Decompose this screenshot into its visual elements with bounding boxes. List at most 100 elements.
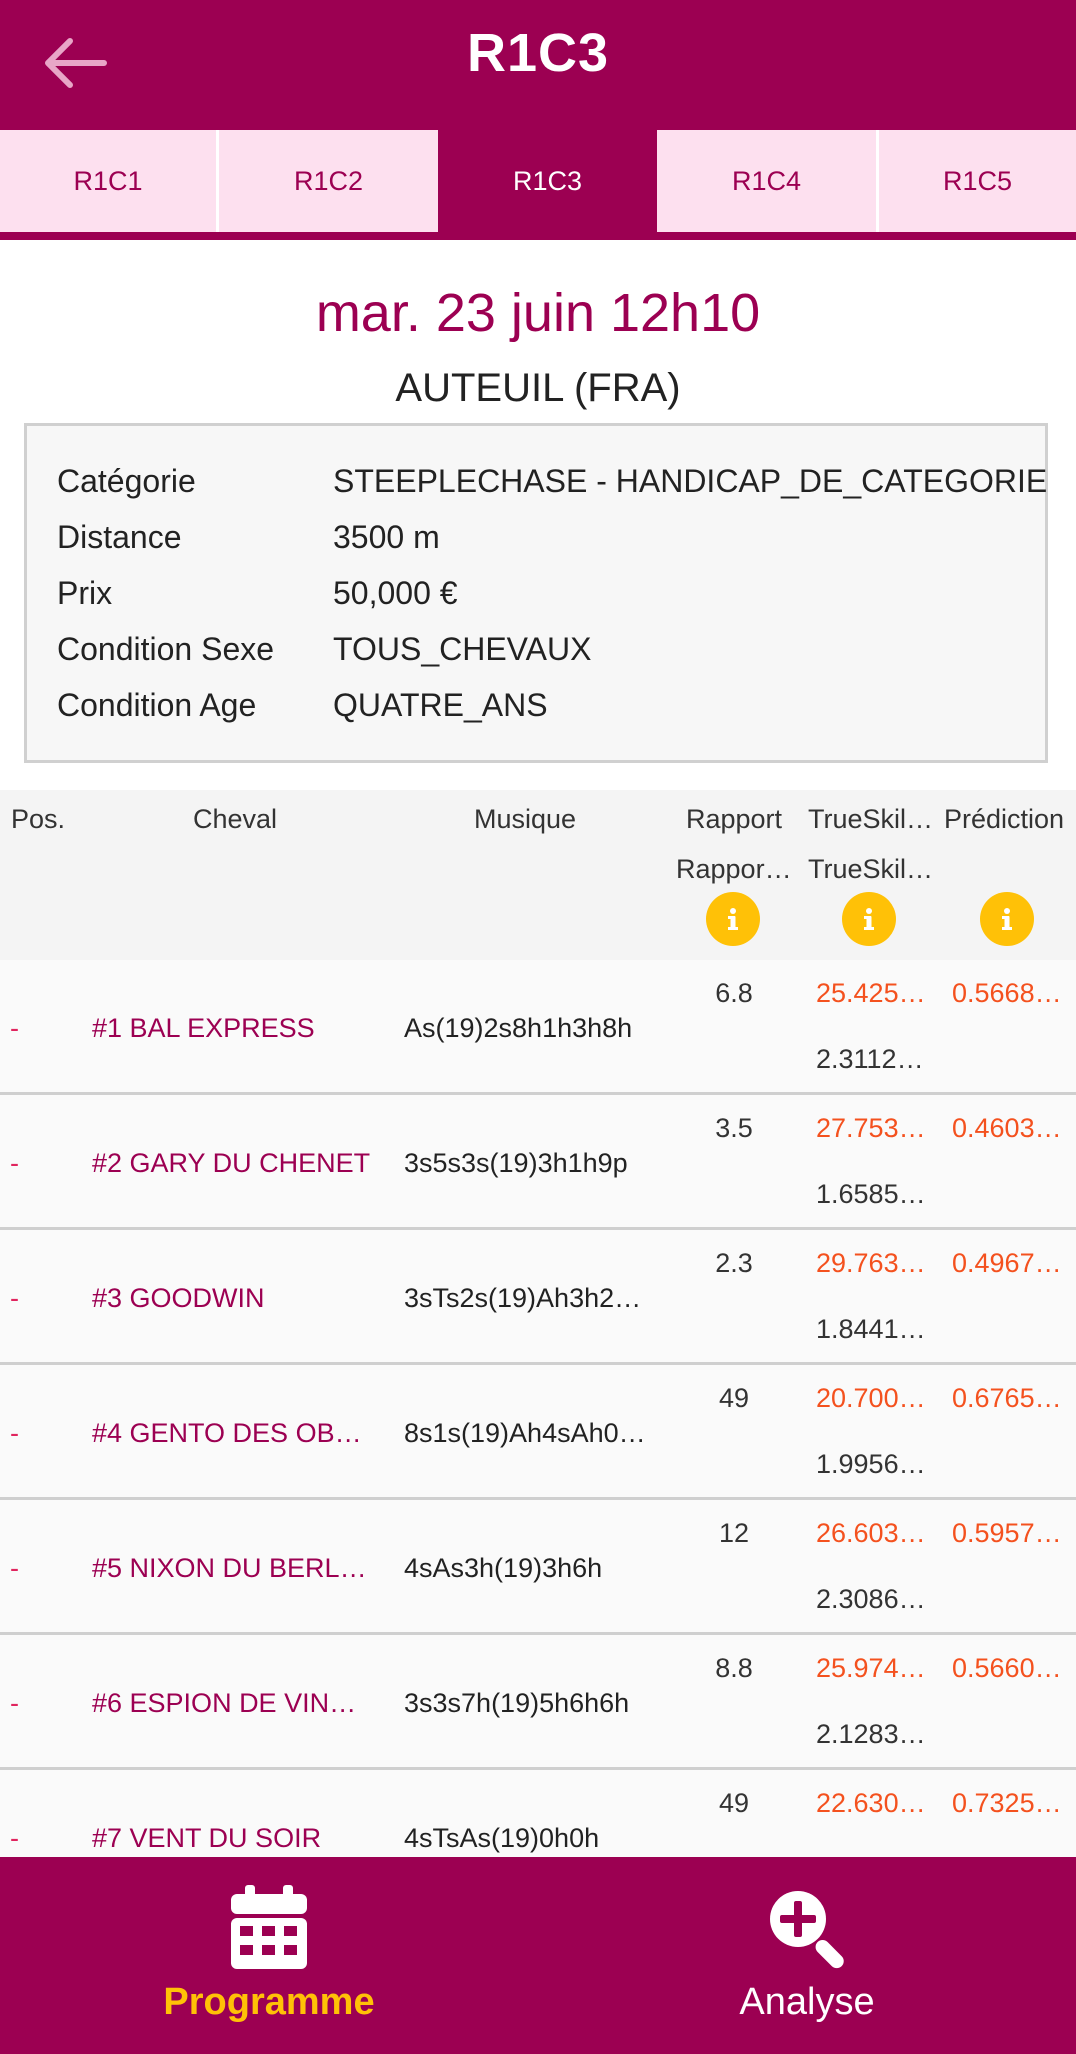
cell-trueskill-sub: 1.9956…: [816, 1449, 926, 1479]
table-row[interactable]: - #5 NIXON DU BERLAIS 4sAs3h(19)3h6h 12 …: [0, 1500, 1076, 1635]
cell-horse: #6 ESPION DE VINDE…: [92, 1688, 372, 1718]
cell-trueskill: 22.630…: [816, 1788, 926, 1818]
cell-pos: -: [10, 1823, 19, 1853]
cell-pos: -: [10, 1553, 19, 1583]
tab-r1c5[interactable]: R1C5: [879, 130, 1076, 232]
race-venue: AUTEUIL (FRA): [395, 366, 681, 410]
cell-musique: 3s3s7h(19)5h6h6h: [404, 1688, 630, 1718]
cell-pos: -: [10, 1688, 19, 1718]
tabs-indicator: [0, 232, 1076, 240]
table-row[interactable]: - #6 ESPION DE VINDE… 3s3s7h(19)5h6h6h 8…: [0, 1635, 1076, 1770]
runners-table-header: Pos. Cheval Musique Rapport Rapport… Tru…: [0, 790, 1076, 960]
cell-prediction: 0.4603…: [952, 1113, 1062, 1143]
info-row-prix: Prix 50,000 €: [57, 575, 458, 625]
cell-rapport: 49: [718, 1383, 750, 1413]
race-date: mar. 23 juin 12h10: [315, 283, 761, 343]
table-row[interactable]: - #3 GOODWIN 3sTs2s(19)Ah3h2h… 2.3 29.76…: [0, 1230, 1076, 1365]
info-value: QUATRE_ANS: [333, 687, 548, 723]
cell-musique: 8s1s(19)Ah4sAh0…: [404, 1418, 646, 1448]
cell-musique: As(19)2s8h1h3h8h: [404, 1013, 633, 1043]
cell-prediction: 0.4967…: [952, 1248, 1062, 1278]
table-row[interactable]: - #1 BAL EXPRESS As(19)2s8h1h3h8h 6.8 25…: [0, 960, 1076, 1095]
info-label: Catégorie: [57, 463, 196, 499]
tab-label: R1C1: [73, 165, 143, 196]
info-row-condition-age: Condition Age QUATRE_ANS: [57, 687, 548, 737]
cell-horse: #2 GARY DU CHENET: [92, 1148, 371, 1178]
cell-rapport: 3.5: [715, 1113, 753, 1143]
cell-prediction: 0.6765…: [952, 1383, 1062, 1413]
page-title: R1C3: [466, 23, 610, 83]
cell-musique: 3sTs2s(19)Ah3h2h…: [404, 1283, 654, 1313]
tab-r1c2[interactable]: R1C2: [219, 130, 438, 232]
cell-trueskill-sub: 2.1283…: [816, 1719, 926, 1749]
race-tabs: R1C1 R1C2 R1C3 R1C4 R1C5: [0, 130, 1076, 240]
cell-trueskill-sub: 2.3086…: [816, 1584, 926, 1614]
info-row-distance: Distance 3500 m: [57, 519, 440, 569]
cell-horse: #4 GENTO DES OBEA…: [92, 1418, 372, 1448]
runners-table-body: - #1 BAL EXPRESS As(19)2s8h1h3h8h 6.8 25…: [0, 960, 1076, 1857]
cell-pos: -: [10, 1013, 19, 1043]
cell-horse: #7 VENT DU SOIR: [92, 1823, 322, 1853]
cell-prediction: 0.5660…: [952, 1653, 1062, 1683]
tab-label: R1C5: [942, 165, 1013, 196]
cell-musique: 4sTsAs(19)0h0h: [404, 1823, 600, 1853]
cell-trueskill: 25.974…: [816, 1653, 926, 1683]
bottom-navigation: Programme Analyse: [0, 1857, 1076, 2054]
cell-pos: -: [10, 1148, 19, 1178]
cell-trueskill: 26.603…: [816, 1518, 926, 1548]
tab-label: R1C3: [512, 165, 583, 196]
app-bar: R1C3: [0, 0, 1076, 130]
info-value: 50,000 €: [333, 575, 458, 611]
info-label: Prix: [57, 575, 113, 611]
cell-horse: #1 BAL EXPRESS: [92, 1013, 315, 1043]
header-prediction: Prédiction: [944, 804, 1065, 834]
cell-prediction: 0.5668…: [952, 978, 1062, 1008]
tab-r1c4[interactable]: R1C4: [657, 130, 876, 232]
cell-pos: -: [10, 1283, 19, 1313]
calendar-icon: [0, 1885, 538, 1969]
nav-label-programme: Programme: [163, 1981, 375, 2023]
tab-r1c3[interactable]: R1C3: [438, 130, 657, 232]
info-label: Distance: [57, 519, 182, 555]
nav-label-analyse: Analyse: [739, 1981, 875, 2023]
header-trueskill: TrueSkill…: [808, 804, 936, 834]
info-label: Condition Age: [57, 687, 257, 723]
cell-horse: #3 GOODWIN: [92, 1283, 265, 1313]
table-row[interactable]: - #2 GARY DU CHENET 3s5s3s(19)3h1h9p 3.5…: [0, 1095, 1076, 1230]
info-row-condition-sexe: Condition Sexe TOUS_CHEVAUX: [57, 631, 591, 681]
cell-trueskill-sub: 2.3112…: [816, 1044, 924, 1074]
header-trueskill-sub: TrueSkill…: [808, 854, 936, 884]
cell-rapport: 6.8: [715, 978, 753, 1008]
cell-trueskill-sub: 1.6585…: [816, 1179, 926, 1209]
cell-rapport: 2.3: [715, 1248, 753, 1278]
info-value: 3500 m: [333, 519, 440, 555]
header-pos: Pos.: [11, 804, 66, 834]
race-info-card: Catégorie STEEPLECHASE - HANDICAP_DE_CAT…: [24, 423, 1048, 763]
header-musique: Musique: [474, 804, 577, 834]
cell-trueskill-sub: 1.8441…: [816, 1314, 926, 1344]
header-cheval: Cheval: [193, 804, 278, 834]
info-row-categorie: Catégorie STEEPLECHASE - HANDICAP_DE_CAT…: [57, 463, 1047, 513]
cell-musique: 4sAs3h(19)3h6h: [404, 1553, 603, 1583]
cell-rapport: 12: [718, 1518, 750, 1548]
info-icon[interactable]: [842, 892, 896, 946]
info-icon[interactable]: [980, 892, 1034, 946]
cell-prediction: 0.7325…: [952, 1788, 1062, 1818]
header-rapport-sub: Rapport…: [676, 854, 794, 884]
cell-trueskill: 29.763…: [816, 1248, 926, 1278]
table-row[interactable]: - #7 VENT DU SOIR 4sTsAs(19)0h0h 49 22.6…: [0, 1770, 1076, 1857]
tab-label: R1C2: [293, 165, 364, 196]
nav-programme[interactable]: Programme: [0, 1857, 538, 2054]
cell-horse: #5 NIXON DU BERLAIS: [92, 1553, 372, 1583]
info-label: Condition Sexe: [57, 631, 275, 667]
tab-r1c1[interactable]: R1C1: [0, 130, 216, 232]
tab-label: R1C4: [731, 165, 802, 196]
cell-pos: -: [10, 1418, 19, 1448]
cell-trueskill: 27.753…: [816, 1113, 926, 1143]
nav-analyse[interactable]: Analyse: [538, 1857, 1076, 2054]
info-icon[interactable]: [706, 892, 760, 946]
cell-trueskill: 25.425…: [816, 978, 926, 1008]
cell-trueskill: 20.700…: [816, 1383, 926, 1413]
table-row[interactable]: - #4 GENTO DES OBEA… 8s1s(19)Ah4sAh0… 49…: [0, 1365, 1076, 1500]
cell-musique: 3s5s3s(19)3h1h9p: [404, 1148, 628, 1178]
